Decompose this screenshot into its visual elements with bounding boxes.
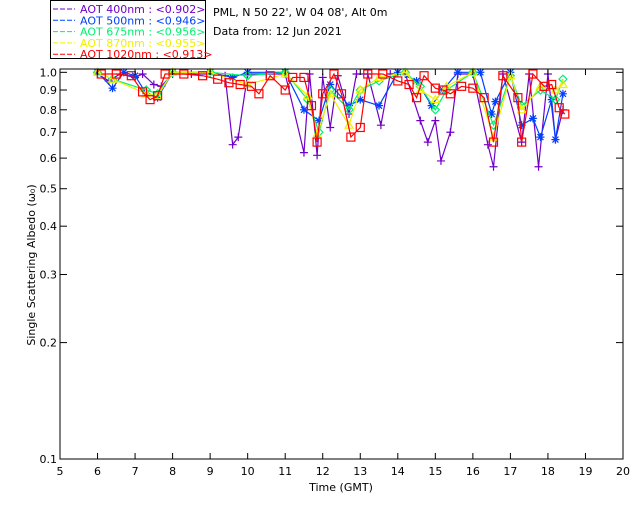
y-tick-label: 0.2 bbox=[40, 337, 58, 350]
data-point bbox=[528, 114, 537, 123]
x-tick-label: 9 bbox=[207, 465, 214, 478]
x-tick-label: 16 bbox=[466, 465, 480, 478]
data-point bbox=[483, 140, 492, 149]
data-point bbox=[108, 84, 117, 93]
x-tick-label: 8 bbox=[169, 465, 176, 478]
data-point bbox=[491, 97, 500, 106]
y-tick-label: 0.5 bbox=[40, 183, 58, 196]
data-point bbox=[536, 133, 545, 142]
x-tick-label: 7 bbox=[132, 465, 139, 478]
site-info: PML, N 50 22', W 04 08', Alt 0m bbox=[213, 6, 387, 19]
x-tick-label: 20 bbox=[616, 465, 630, 478]
data-point bbox=[423, 138, 432, 147]
x-tick-label: 13 bbox=[353, 465, 367, 478]
data-point bbox=[534, 162, 543, 171]
x-tick-label: 6 bbox=[94, 465, 101, 478]
y-tick-label: 0.6 bbox=[40, 152, 58, 165]
data-point bbox=[313, 151, 322, 160]
data-point bbox=[453, 68, 462, 77]
y-tick-label: 0.7 bbox=[40, 126, 58, 139]
y-tick-label: 0.3 bbox=[40, 269, 58, 282]
y-axis-label: Single Scattering Albedo (ω₀) bbox=[25, 184, 38, 345]
x-tick-label: 15 bbox=[428, 465, 442, 478]
x-tick-label: 17 bbox=[503, 465, 517, 478]
data-point bbox=[416, 116, 425, 125]
x-axis-label: Time (GMT) bbox=[308, 481, 373, 494]
data-point bbox=[446, 128, 455, 137]
x-tick-label: 12 bbox=[316, 465, 330, 478]
plot-area: 5 6 7 8 9 10 11 12 13 14 15 16 17 18 19 20 1.0 0.9 0.8 0.7 0… bbox=[40, 66, 631, 478]
data-point bbox=[299, 105, 308, 114]
data-point bbox=[352, 70, 361, 79]
data-point bbox=[489, 162, 498, 171]
data-point bbox=[436, 156, 445, 165]
y-tick-label: 0.8 bbox=[40, 104, 58, 117]
x-tick-label: 5 bbox=[57, 465, 64, 478]
data-point bbox=[551, 135, 560, 144]
data-point bbox=[299, 148, 308, 157]
y-tick-label: 0.4 bbox=[40, 220, 58, 233]
legend: AOT 400nm : <0.902>AOT 500nm : <0.946>AO… bbox=[50, 0, 213, 61]
data-point bbox=[431, 116, 440, 125]
legend-entry: AOT 1020nm : <0.913> bbox=[80, 48, 213, 61]
data-point bbox=[376, 121, 385, 130]
y-tick-label: 1.0 bbox=[40, 66, 58, 79]
x-tick-label: 18 bbox=[541, 465, 555, 478]
data-date: Data from: 12 Jun 2021 bbox=[213, 25, 342, 38]
data-point bbox=[375, 101, 384, 110]
y-tick-label: 0.9 bbox=[40, 84, 58, 97]
data-point bbox=[558, 89, 567, 98]
x-tick-label: 19 bbox=[578, 465, 592, 478]
x-tick-label: 10 bbox=[241, 465, 255, 478]
chart: AOT 400nm : <0.902>AOT 500nm : <0.946>AO… bbox=[25, 0, 631, 494]
y-tick-label: 0.1 bbox=[40, 453, 58, 466]
x-tick-label: 14 bbox=[391, 465, 405, 478]
data-point bbox=[326, 123, 335, 132]
plot-frame bbox=[59, 68, 624, 460]
x-tick-label: 11 bbox=[278, 465, 292, 478]
